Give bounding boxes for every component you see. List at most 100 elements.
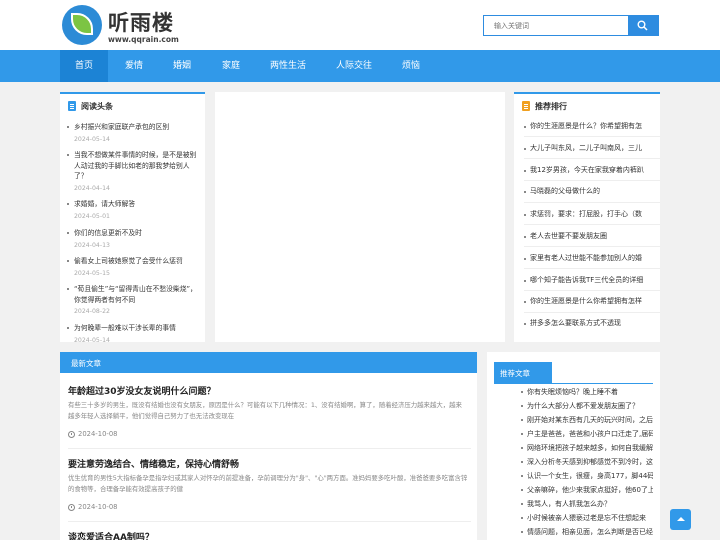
reading-item-date: 2024-05-14	[74, 135, 110, 143]
main-nav: 首页 爱情 婚姻 家庭 两性生活 人际交往 烦恼	[0, 50, 720, 82]
recommend-item[interactable]: 我骂人，有人抓我怎么办？	[527, 499, 653, 509]
divider	[524, 268, 660, 269]
bullet	[521, 405, 523, 407]
reading-item[interactable]: 你们的信息更新不及时 2024-04-13	[67, 228, 202, 250]
reading-item-date: 2024-04-13	[74, 241, 110, 249]
reading-panel: 阅读头条 乡村振兴和家庭联产承包的区别 2024-05-14 当我不想做某件事情…	[60, 92, 205, 342]
recommend-item[interactable]: 父亲嘛碎，他少来我家点挺好，他60了上楼也上	[527, 485, 653, 495]
nav-social[interactable]: 人际交往	[330, 50, 378, 82]
logo-url: www.qqrain.com	[108, 35, 179, 44]
ranking-item[interactable]: 老人去世要不要发朋友圈	[524, 231, 659, 242]
recommend-item[interactable]: 情感问题，相亲见面，怎么判断是否已经凉了？	[527, 527, 653, 537]
divider	[68, 448, 471, 449]
recommend-item[interactable]: 刚开始对某东西有几天的玩兴时间，之后再也没	[527, 415, 653, 425]
nav-sex-life[interactable]: 两性生活	[264, 50, 312, 82]
reading-item-title[interactable]: 当我不想做某件事情的时候，是不是被别人动过我的手脚比如老的那我梦给别人了？	[67, 150, 202, 182]
reading-item-date: 2024-05-01	[74, 212, 110, 220]
reading-panel-header: 阅读头条	[60, 92, 205, 118]
document-icon	[68, 101, 76, 111]
bullet	[521, 433, 523, 435]
recommend-item[interactable]: 户主是爸爸，爸爸和小孩户口迁走了,届码转在原	[527, 429, 653, 439]
divider	[524, 202, 660, 203]
reading-item-title[interactable]: 你们的信息更新不及时	[67, 228, 202, 239]
recommend-item[interactable]: 小时候被亲人猥亵过老是忘不住想起来	[527, 513, 653, 523]
reading-panel-title: 阅读头条	[81, 102, 113, 111]
divider	[524, 290, 660, 291]
article-date-text: 2024-10-08	[78, 503, 118, 511]
ranking-item[interactable]: 我12岁男孩，今天在家我穿着内裤趴	[524, 165, 659, 176]
divider	[68, 521, 471, 522]
reading-item-title[interactable]: 乡村振兴和家庭联产承包的区别	[67, 122, 202, 133]
divider	[524, 224, 660, 225]
ranking-item[interactable]: 你的生涯愿景是什么你希望拥有怎样	[524, 296, 659, 307]
reading-item-date: 2024-05-15	[74, 269, 110, 277]
reading-item[interactable]: “荀且偷生”与“留得青山在不愁没柴烧”，你觉得两者有何不同 2024-08-22	[67, 284, 202, 316]
nav-family[interactable]: 家庭	[209, 50, 253, 82]
ranking-item[interactable]: 拼多多怎么要联系方式不透现	[524, 318, 659, 329]
logo-text: 听雨楼	[108, 11, 174, 35]
ranking-item[interactable]: 马晓磊的父母做什么的	[524, 186, 659, 197]
ranking-item[interactable]: 大儿子叫东风，二儿子叫南风，三儿	[524, 143, 659, 154]
divider	[524, 158, 660, 159]
ranking-panel: 推荐排行 你的生涯愿景是什么？你希望拥有怎 大儿子叫东风，二儿子叫南风，三儿 我…	[514, 92, 660, 342]
search-icon	[637, 20, 648, 31]
reading-item[interactable]: 为何晚辈一般难以干涉长辈的事情 2024-05-14	[67, 323, 202, 342]
recommend-header: 推荐文章	[494, 362, 552, 383]
article-date: 2024-10-08	[68, 430, 118, 439]
recommend-item[interactable]: 网络环境把孩子越来越多，如何自我缓解一些	[527, 443, 653, 453]
site-logo[interactable]: 听雨楼 www.qqrain.com	[62, 5, 202, 47]
reading-item[interactable]: 偷看女上司被她察觉了会受什么惩罚 2024-05-15	[67, 256, 202, 278]
article-title[interactable]: 要注意劳逸结合、情绪稳定，保持心情舒畅	[68, 457, 239, 470]
bullet	[521, 419, 523, 421]
divider	[524, 312, 660, 313]
recommend-panel: 推荐文章 你有失眠烦恼吗？晚上睡不着 为什么大部分人都不爱发朋友圈了？ 刚开始对…	[487, 352, 660, 540]
bullet	[521, 447, 523, 449]
nav-home[interactable]: 首页	[60, 50, 108, 82]
bullet	[521, 531, 523, 533]
recommend-item[interactable]: 深入分析冬天感到抑郁感觉不到冷时，这四大措	[527, 457, 653, 467]
recommend-item[interactable]: 你有失眠烦恼吗？晚上睡不着	[527, 387, 653, 397]
article-date-text: 2024-10-08	[78, 430, 118, 438]
nav-love[interactable]: 爱情	[112, 50, 156, 82]
divider	[524, 246, 660, 247]
nav-marriage[interactable]: 婚姻	[160, 50, 204, 82]
ranking-panel-title: 推荐排行	[535, 102, 567, 111]
latest-articles-panel: 年龄超过30岁没女友说明什么问题？ 有些三十多岁的男生，既没有结婚也没有女朋友，…	[60, 373, 477, 540]
bullet	[521, 475, 523, 477]
reading-item[interactable]: 乡村振兴和家庭联产承包的区别 2024-05-14	[67, 122, 202, 144]
reading-item-date: 2024-05-14	[74, 336, 110, 343]
ranking-item[interactable]: 家里有老人过世能不能参加别人的婚	[524, 253, 659, 264]
bullet	[521, 391, 523, 393]
article-excerpt: 有些三十多岁的男生，既没有结婚也没有女朋友，原因是什么？可能有以下几种情况：1、…	[68, 401, 462, 420]
reading-item[interactable]: 当我不想做某件事情的时候，是不是被别人动过我的手脚比如老的那我梦给别人了？ 20…	[67, 150, 202, 193]
article-title[interactable]: 谈恋爱适合AA制吗？	[68, 530, 154, 540]
nav-worries[interactable]: 烦恼	[392, 50, 430, 82]
latest-articles-header: 最新文章	[60, 352, 477, 373]
ranking-item[interactable]: 你的生涯愿景是什么？你希望拥有怎	[524, 121, 659, 132]
article-title[interactable]: 年龄超过30岁没女友说明什么问题？	[68, 384, 216, 397]
search-button[interactable]	[628, 16, 658, 35]
reading-item-date: 2024-04-14	[74, 184, 110, 192]
divider	[494, 383, 653, 384]
reading-item-title[interactable]: “荀且偷生”与“留得青山在不愁没柴烧”，你觉得两者有何不同	[67, 284, 202, 305]
reading-item-title[interactable]: 偷看女上司被她察觉了会受什么惩罚	[67, 256, 202, 267]
reading-item[interactable]: 求婚婚，请大师解答 2024-05-01	[67, 199, 202, 221]
bullet	[521, 461, 523, 463]
reading-item-date: 2024-08-22	[74, 308, 110, 315]
reading-item-title[interactable]: 求婚婚，请大师解答	[67, 199, 202, 210]
back-to-top-button[interactable]	[670, 509, 691, 530]
featured-slider[interactable]	[215, 92, 505, 342]
recommend-item[interactable]: 为什么大部分人都不爱发朋友圈了？	[527, 401, 653, 411]
article-date: 2024-10-08	[68, 503, 118, 512]
search-input[interactable]	[484, 16, 630, 35]
ranking-panel-header: 推荐排行	[514, 92, 660, 118]
recommend-title: 推荐文章	[500, 369, 530, 378]
reading-item-title[interactable]: 为何晚辈一般难以干涉长辈的事情	[67, 323, 202, 334]
ranking-item[interactable]: 求惩罚，要求：打屁股，打手心（数	[524, 209, 659, 220]
search-box	[483, 15, 659, 36]
bullet	[521, 489, 523, 491]
divider	[524, 136, 660, 137]
bullet	[521, 503, 523, 505]
ranking-item[interactable]: 哪个知子能告诉我TF三代全员的详细	[524, 275, 659, 286]
recommend-item[interactable]: 认识一个女生，很瘦，身高177，脚44码，算大脚	[527, 471, 653, 481]
